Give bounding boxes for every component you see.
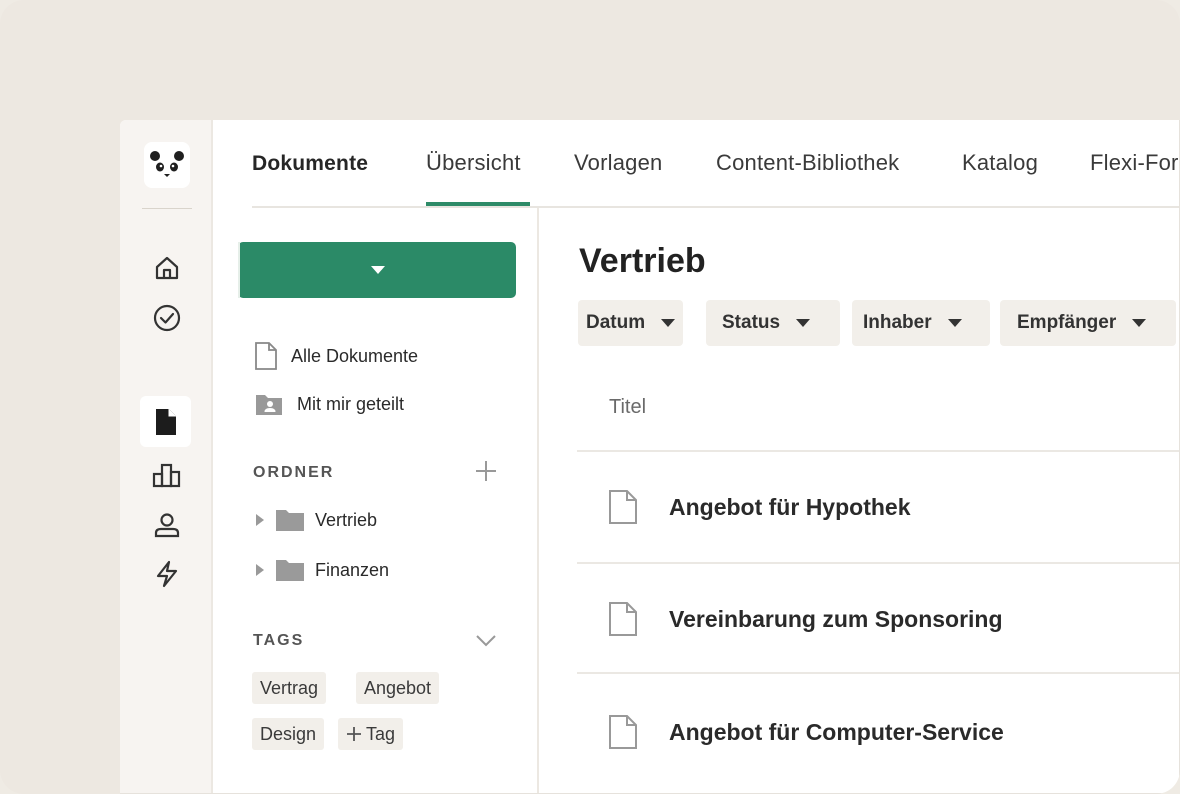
tags-heading: TAGS [253,632,305,649]
icon-rail [120,120,213,793]
folders-heading: ORDNER [253,464,335,481]
app-frame: Dokumente Übersicht Vorlagen Content-Bib… [0,0,1180,794]
document-title: Angebot für Hypothek [669,493,911,520]
document-row[interactable]: Angebot für Hypothek [577,452,1179,562]
document-row[interactable]: Vereinbarung zum Sponsoring [577,564,1179,674]
folder-item-vertrieb[interactable]: Vertrieb [255,508,377,532]
folder-label: Finanzen [315,559,390,580]
tag-label: Design [260,723,317,744]
folder-label: Vertrieb [315,509,378,530]
column-header-title[interactable]: Titel [609,396,646,419]
nav-all-documents[interactable]: Alle Dokumente [255,342,418,370]
document-title: Angebot für Computer-Service [669,718,1004,745]
caret-down-icon [371,266,385,274]
folder-icon [276,510,304,531]
new-document-dropdown[interactable] [240,242,516,298]
panda-logo-icon[interactable] [144,142,190,188]
tag-label: Vertrag [260,677,319,698]
tab-vorlagen[interactable]: Vorlagen [574,150,662,176]
caret-down-icon [661,319,676,327]
chevron-down-icon[interactable] [473,628,499,654]
nav-shared-with-me[interactable]: Mit mir geteilt [255,392,404,416]
filter-label: Empfänger [1017,312,1117,333]
tag-label: Angebot [364,677,432,698]
filter-empfaenger[interactable]: Empfänger [1000,300,1177,346]
rail-divider [142,208,192,209]
tab-content-bibliothek[interactable]: Content-Bibliothek [716,150,899,176]
filter-label: Datum [586,312,646,333]
lightning-icon[interactable] [147,554,187,594]
document-title: Vereinbarung zum Sponsoring [669,605,1003,632]
new-document-split-button: Dokument [238,242,838,368]
documents-sidebar: Dokument Alle Dokumente Mit mir geteilt … [213,208,838,793]
caret-down-icon [796,319,811,327]
row-divider [577,672,1179,674]
page-title: Vertrieb [579,242,706,280]
caret-down-icon [947,319,962,327]
add-tag-button[interactable]: Tag [338,718,404,750]
user-icon[interactable] [147,505,187,545]
document-icon[interactable] [140,396,191,447]
tab-uebersicht[interactable]: Übersicht [426,150,521,176]
add-folder-icon[interactable] [473,458,499,484]
tag-design[interactable]: Design [252,718,325,750]
nav-shared-label: Mit mir geteilt [297,393,405,414]
app-title: Dokumente [252,152,369,175]
file-outline-icon [609,715,659,749]
tab-katalog[interactable]: Katalog [962,150,1038,176]
file-outline-icon [609,490,659,524]
caret-right-icon[interactable] [255,513,265,527]
tag-angebot[interactable]: Angebot [356,672,440,704]
checkmark-circle-icon[interactable] [147,298,187,338]
folder-icon [276,560,304,581]
caret-down-icon [1132,319,1147,327]
active-tab-indicator [426,202,530,206]
add-tag-label: Tag [366,723,396,744]
filter-label: Inhaber [863,312,932,333]
document-list-panel: Vertrieb Datum Status Inhaber Empfänger … [539,208,1179,793]
top-tab-bar: Dokumente Übersicht Vorlagen Content-Bib… [252,120,1179,208]
caret-right-icon[interactable] [255,563,265,577]
tab-flexi-formulare[interactable]: Flexi-For [1090,150,1179,176]
bar-chart-icon[interactable] [147,455,187,495]
shared-folder-icon [256,395,282,415]
folder-item-finanzen[interactable]: Finanzen [255,558,389,582]
plus-icon [347,727,361,741]
file-outline-icon [609,602,659,636]
home-icon[interactable] [147,248,187,288]
file-outline-icon [255,342,277,370]
filter-label: Status [722,312,781,333]
tag-vertrag[interactable]: Vertrag [252,672,327,704]
filter-datum[interactable]: Datum [578,300,684,346]
filter-inhaber[interactable]: Inhaber [852,300,990,346]
nav-all-documents-label: Alle Dokumente [291,345,419,366]
filter-status[interactable]: Status [706,300,841,346]
document-row[interactable]: Angebot für Computer-Service [577,677,1179,787]
